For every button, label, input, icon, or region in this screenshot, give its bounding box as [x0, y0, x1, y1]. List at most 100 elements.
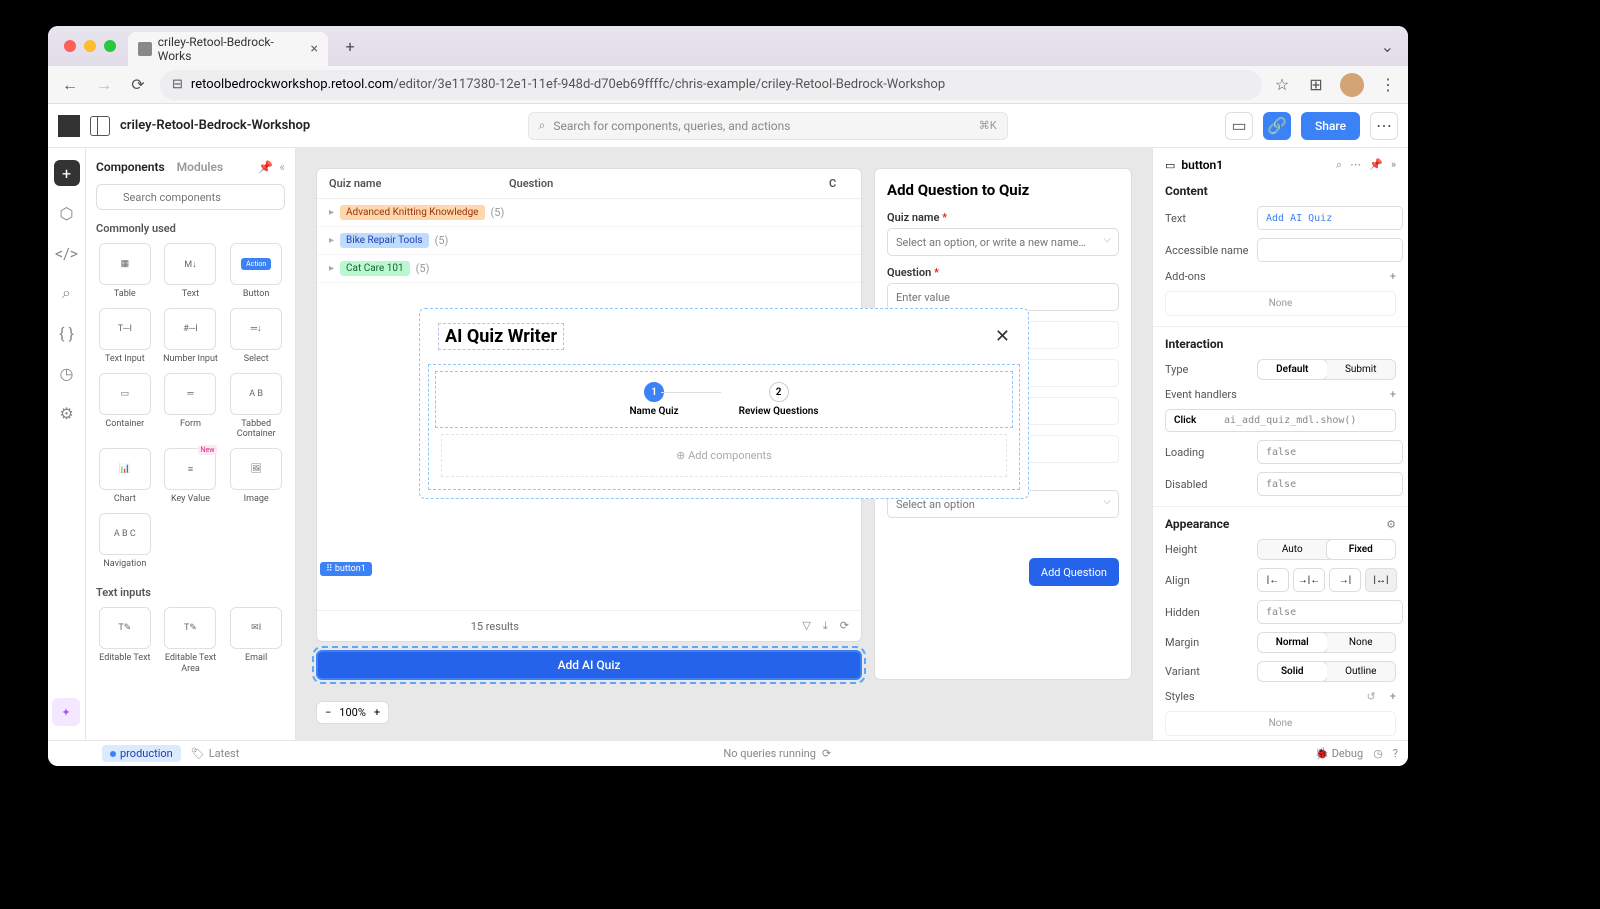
bookmark-icon[interactable]: ☆: [1272, 75, 1292, 95]
back-button[interactable]: ←: [58, 73, 82, 97]
comp-email[interactable]: ✉IEmail: [227, 607, 285, 675]
environment-badge[interactable]: production: [102, 745, 181, 762]
settings-icon[interactable]: ⚙: [54, 400, 80, 426]
type-segmented[interactable]: DefaultSubmit: [1257, 359, 1396, 380]
chevron-right-icon[interactable]: ▸: [329, 263, 334, 274]
close-tab-icon[interactable]: ×: [311, 41, 318, 57]
align-stretch-button[interactable]: |↔|: [1365, 568, 1397, 592]
align-center-button[interactable]: →|←: [1293, 568, 1325, 592]
browser-tab[interactable]: criley-Retool-Bedrock-Works ×: [128, 32, 328, 66]
align-left-button[interactable]: |←: [1257, 568, 1289, 592]
help-icon[interactable]: ?: [1393, 747, 1398, 760]
col-c[interactable]: C: [829, 177, 849, 190]
appearance-settings-icon[interactable]: ⚙: [1386, 518, 1396, 531]
download-icon[interactable]: ⤓: [823, 619, 828, 633]
extensions-icon[interactable]: ⊞: [1306, 75, 1326, 95]
comp-chart[interactable]: 📊Chart: [96, 448, 154, 505]
comp-form[interactable]: ═Form: [162, 373, 220, 441]
zoom-out-button[interactable]: −: [325, 706, 331, 719]
comp-editable-text[interactable]: T✎Editable Text: [96, 607, 154, 675]
ai-assistant-icon[interactable]: ✦: [52, 698, 80, 726]
tabs-dropdown-icon[interactable]: ⌄: [1381, 37, 1394, 56]
search-inspector-icon[interactable]: ⌕: [1336, 158, 1342, 172]
chevron-right-icon[interactable]: ▸: [329, 235, 334, 246]
close-modal-icon[interactable]: ✕: [995, 326, 1010, 347]
add-component-icon[interactable]: +: [54, 160, 80, 186]
comp-tabbed-container[interactable]: A BTabbed Container: [227, 373, 285, 441]
code-icon[interactable]: </>: [54, 240, 80, 266]
state-icon[interactable]: { }: [54, 320, 80, 346]
refresh-queries-icon[interactable]: ⟳: [822, 747, 831, 760]
clock-icon[interactable]: ◷: [1373, 747, 1383, 760]
copy-link-button[interactable]: 🔗: [1263, 112, 1291, 140]
modal-title[interactable]: AI Quiz Writer: [438, 323, 564, 350]
add-question-button[interactable]: Add Question: [1029, 558, 1119, 586]
tab-components[interactable]: Components: [96, 160, 165, 174]
tree-icon[interactable]: ⬡: [54, 200, 80, 226]
chrome-menu-icon[interactable]: ⋮: [1378, 75, 1398, 95]
col-question[interactable]: Question: [509, 177, 829, 190]
reload-button[interactable]: ⟳: [126, 73, 150, 97]
new-tab-button[interactable]: +: [336, 32, 364, 60]
history-icon[interactable]: ◷: [54, 360, 80, 386]
event-handler-row[interactable]: Clickai_add_quiz_mdl.show(): [1165, 409, 1396, 432]
filter-icon[interactable]: ▽: [802, 619, 810, 633]
align-right-button[interactable]: →|: [1329, 568, 1361, 592]
comp-select[interactable]: ═↓Select: [227, 308, 285, 365]
comp-key-value[interactable]: ≡NewKey Value: [162, 448, 220, 505]
add-ai-quiz-button[interactable]: Add AI Quiz: [316, 650, 862, 680]
disabled-input[interactable]: [1257, 472, 1403, 496]
chevron-right-icon[interactable]: ▸: [329, 207, 334, 218]
add-handler-button[interactable]: +: [1390, 388, 1396, 401]
col-quiz-name[interactable]: Quiz name: [329, 177, 509, 190]
toggle-panel-icon[interactable]: [90, 116, 110, 136]
collapse-icon[interactable]: «: [279, 160, 285, 174]
step-1[interactable]: 1 Name Quiz: [629, 382, 678, 417]
selection-badge[interactable]: ⠿ button1: [320, 562, 372, 576]
site-info-icon[interactable]: ⊟: [172, 77, 183, 92]
add-components-placeholder[interactable]: ⊕ Add components: [441, 434, 1007, 477]
minimize-window-icon[interactable]: [84, 40, 96, 52]
comp-button[interactable]: ActionButton: [227, 243, 285, 300]
table-row[interactable]: ▸Advanced Knitting Knowledge(5): [317, 199, 861, 227]
share-button[interactable]: Share: [1301, 112, 1360, 140]
close-window-icon[interactable]: [64, 40, 76, 52]
refresh-icon[interactable]: ⟳: [840, 619, 849, 633]
stepper[interactable]: 1 Name Quiz 2 Review Questions: [435, 371, 1013, 428]
add-addon-button[interactable]: +: [1390, 270, 1396, 283]
comp-table[interactable]: ▦Table: [96, 243, 154, 300]
debug-button[interactable]: 🐞 Debug: [1315, 747, 1363, 760]
version-badge[interactable]: 🏷Latest: [191, 747, 240, 760]
retool-logo-icon[interactable]: [58, 115, 80, 137]
text-prop-input[interactable]: [1257, 206, 1403, 230]
pin-icon[interactable]: 📌: [258, 160, 273, 174]
reset-styles-icon[interactable]: ↺: [1367, 690, 1376, 703]
expand-inspector-icon[interactable]: »: [1391, 158, 1396, 172]
quiz-name-select[interactable]: [887, 228, 1119, 256]
component-search-input[interactable]: [96, 184, 285, 210]
comp-navigation[interactable]: A B CNavigation: [96, 513, 154, 570]
maximize-window-icon[interactable]: [104, 40, 116, 52]
margin-segmented[interactable]: NormalNone: [1257, 632, 1396, 653]
hidden-input[interactable]: [1257, 600, 1403, 624]
canvas[interactable]: Quiz name Question C ▸Advanced Knitting …: [296, 148, 1152, 740]
more-inspector-icon[interactable]: ⋯: [1350, 158, 1361, 172]
table-row[interactable]: ▸Cat Care 101(5): [317, 255, 861, 283]
address-bar[interactable]: ⊟ retoolbedrockworkshop.retool.com/edito…: [160, 70, 1262, 100]
loading-input[interactable]: [1257, 440, 1403, 464]
more-menu-button[interactable]: ⋯: [1370, 112, 1398, 140]
tab-modules[interactable]: Modules: [177, 160, 224, 174]
command-search[interactable]: ⌕ Search for components, queries, and ac…: [528, 112, 1008, 140]
pin-inspector-icon[interactable]: 📌: [1369, 158, 1383, 172]
height-segmented[interactable]: AutoFixed: [1257, 539, 1396, 560]
preview-icon[interactable]: ▭: [1225, 112, 1253, 140]
comp-number-input[interactable]: #─INumber Input: [162, 308, 220, 365]
component-name[interactable]: button1: [1181, 158, 1223, 172]
add-style-button[interactable]: +: [1390, 690, 1396, 703]
zoom-in-button[interactable]: +: [374, 706, 380, 719]
search-rail-icon[interactable]: ⌕: [54, 280, 80, 306]
comp-container[interactable]: ▭Container: [96, 373, 154, 441]
comp-text-input[interactable]: T─IText Input: [96, 308, 154, 365]
table-row[interactable]: ▸Bike Repair Tools(5): [317, 227, 861, 255]
comp-editable-text-area[interactable]: T✎Editable Text Area: [162, 607, 220, 675]
